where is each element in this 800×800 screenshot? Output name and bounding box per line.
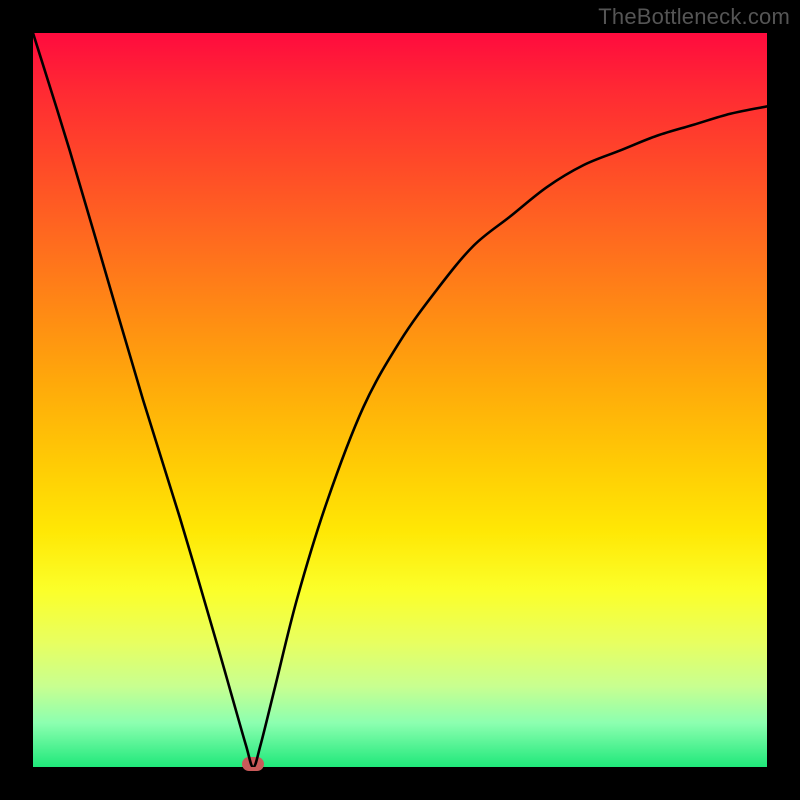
watermark-text: TheBottleneck.com [598,4,790,30]
bottleneck-curve [33,33,767,767]
plot-area [33,33,767,767]
